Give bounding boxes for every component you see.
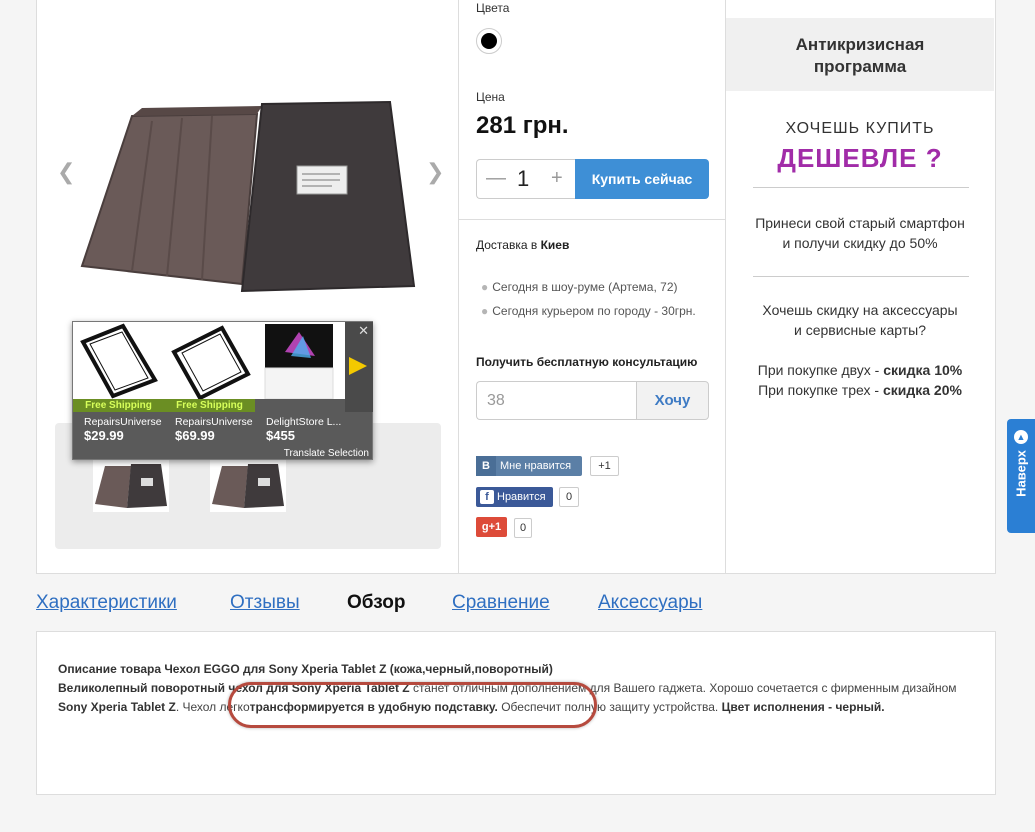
want-button[interactable]: Хочу: [636, 381, 709, 420]
promo-line-text: Хочешь скидку на аксессуары: [762, 302, 958, 318]
promo-heading-line: программа: [813, 57, 907, 76]
product-card: ❮ ❯ Цвета Цена 281 грн. — 1 + Купить сей…: [36, 0, 996, 574]
tab-comparison[interactable]: Сравнение: [452, 592, 550, 614]
ad-shipping-badge: Free Shipping: [164, 399, 255, 412]
minus-icon[interactable]: —: [486, 167, 506, 190]
ad-popup: Free Shipping RepairsUniverse $29.99 Fre…: [72, 321, 373, 460]
buy-now-button[interactable]: Купить сейчас: [575, 159, 709, 199]
description-title: Описание товара Чехол EGGO для Sony Xper…: [58, 662, 553, 676]
ad-item[interactable]: Free Shipping RepairsUniverse $29.99: [73, 322, 164, 443]
ad-item[interactable]: DelightStore L... $455: [255, 322, 346, 443]
promo-cheaper-text: ДЕШЕВЛЕ ?: [777, 143, 943, 173]
promo-discount-two: При покупке двух - скидка 10%: [726, 360, 994, 380]
color-swatch-black[interactable]: [476, 28, 502, 54]
description-bold: Цвет исполнения - черный.: [721, 700, 885, 714]
location-pin-icon: ●: [481, 304, 489, 318]
promo-trade-in: Принеси свой старый смартфон и получи ск…: [726, 213, 994, 253]
delivery-option-text: Сегодня курьером по городу - 30грн.: [492, 304, 696, 318]
promo-line-bold: скидка 20%: [882, 382, 962, 398]
thumbnail-1[interactable]: [93, 456, 169, 512]
close-icon[interactable]: ✕: [358, 323, 369, 339]
ad-product-image: [255, 322, 346, 399]
vk-icon: В: [476, 456, 496, 476]
promo-panel: Антикризисная программа ХОЧЕШЬ КУПИТЬ ДЕ…: [726, 0, 996, 573]
delivery-heading: Доставка в Киев: [476, 238, 569, 252]
vk-like-count: +1: [590, 456, 619, 476]
promo-line-text: При покупке трех -: [758, 382, 883, 398]
ad-price: $69.99: [175, 428, 215, 443]
promo-line-text: Принеси свой старый смартфон: [755, 215, 965, 231]
tab-reviews[interactable]: Отзывы: [230, 592, 300, 614]
chevron-right-icon[interactable]: ❯: [426, 160, 444, 185]
promo-accessories: Хочешь скидку на аксессуары и сервисные …: [726, 300, 994, 340]
fb-like-label: Нравится: [497, 491, 546, 503]
delivery-option-text: Сегодня в шоу-руме (Артема, 72): [492, 280, 678, 294]
divider: [459, 219, 725, 220]
translate-selection-link[interactable]: Translate Selection: [284, 448, 369, 459]
promo-heading: Антикризисная программа: [726, 18, 994, 91]
delivery-prefix: Доставка в: [476, 238, 541, 252]
promo-line-text: и сервисные карты?: [794, 322, 926, 338]
quantity-input[interactable]: 1: [517, 166, 529, 192]
location-pin-icon: ●: [481, 280, 489, 294]
delivery-city-link[interactable]: Киев: [541, 238, 570, 252]
delivery-option: ● Сегодня в шоу-руме (Артема, 72): [481, 280, 678, 294]
promo-want-text: ХОЧЕШЬ КУПИТЬ: [785, 120, 935, 137]
tab-accessories[interactable]: Аксессуары: [598, 592, 702, 614]
purchase-panel: Цвета Цена 281 грн. — 1 + Купить сейчас …: [458, 0, 726, 573]
promo-heading-line: Антикризисная: [795, 35, 925, 54]
delivery-option: ● Сегодня курьером по городу - 30грн.: [481, 304, 696, 318]
main-product-photo[interactable]: [72, 66, 424, 312]
fb-like-count: 0: [559, 487, 579, 507]
price-value: 281 грн.: [476, 112, 569, 139]
vk-like-label: Мне нравится: [500, 460, 572, 472]
vk-like-button[interactable]: В Мне нравится: [476, 456, 582, 476]
fb-like-button[interactable]: f Нравится: [476, 487, 553, 507]
divider: [753, 187, 969, 188]
promo-line-text: и получи скидку до 50%: [782, 235, 938, 251]
tab-overview[interactable]: Обзор: [347, 592, 405, 614]
ad-shipping-badge: Free Shipping: [73, 399, 164, 412]
google-plus-button[interactable]: g+1: [476, 517, 507, 537]
promo-line-text: При покупке двух -: [757, 362, 884, 378]
ad-item[interactable]: Free Shipping RepairsUniverse $69.99: [164, 322, 255, 443]
promo-line-bold: скидка 10%: [883, 362, 963, 378]
ad-store-name: RepairsUniverse: [84, 416, 162, 428]
ad-store-name: DelightStore L...: [266, 416, 342, 428]
divider: [753, 276, 969, 277]
ad-price: $29.99: [84, 428, 124, 443]
back-to-top-label: Наверх: [1013, 450, 1029, 497]
thumbnail-2[interactable]: [210, 456, 286, 512]
colors-label: Цвета: [476, 1, 510, 15]
product-page: ❮ ❯ Цвета Цена 281 грн. — 1 + Купить сей…: [0, 0, 1035, 832]
promo-discounts: При покупке двух - скидка 10% При покупк…: [726, 360, 994, 400]
description-bold: Sony Xperia Tablet Z: [58, 700, 176, 714]
product-gallery: ❮ ❯: [37, 0, 458, 573]
ad-price: $455: [266, 428, 295, 443]
plus-icon[interactable]: +: [551, 167, 563, 190]
tab-characteristics[interactable]: Характеристики: [36, 592, 177, 614]
google-plus-count: 0: [514, 518, 532, 538]
consultation-label: Получить бесплатную консультацию: [476, 355, 698, 369]
highlight-annotation: [228, 682, 597, 728]
ad-store-name: RepairsUniverse: [175, 416, 253, 428]
facebook-icon: f: [480, 490, 494, 505]
price-label: Цена: [476, 90, 505, 104]
back-to-top-button[interactable]: ▲ Наверх: [1007, 419, 1035, 533]
quantity-stepper: — 1 +: [476, 159, 575, 199]
phone-input[interactable]: 38: [476, 381, 637, 420]
promo-discount-three: При покупке трех - скидка 20%: [726, 380, 994, 400]
ad-product-image: [73, 322, 164, 399]
ad-product-image: [164, 322, 255, 399]
